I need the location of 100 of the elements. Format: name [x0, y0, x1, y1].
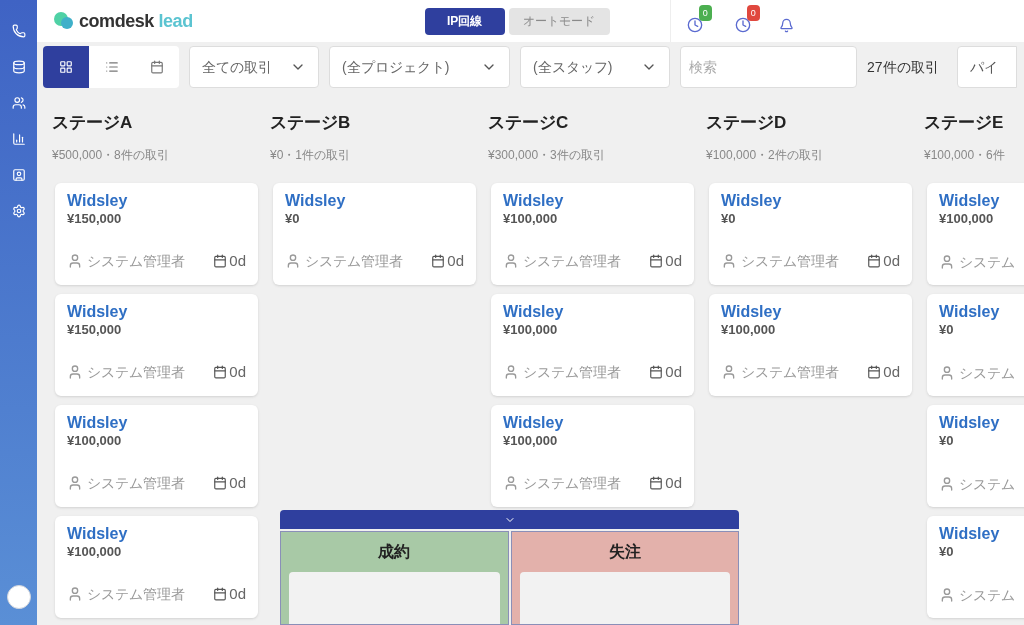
owner-name: システム — [959, 474, 1015, 494]
deal-name[interactable]: Widsley — [67, 301, 246, 322]
calendar-icon — [213, 476, 228, 491]
deal-card[interactable]: Widsley ¥0 システム管理者 0d — [273, 182, 476, 285]
board-icon — [59, 60, 73, 74]
days-count: 0d — [229, 473, 246, 493]
calendar-icon — [149, 60, 164, 74]
pipeline-dropdown[interactable]: パイ — [956, 46, 1017, 88]
person-icon — [285, 253, 301, 270]
deal-amount: ¥100,000 — [939, 210, 995, 227]
deal-card[interactable]: Widsley ¥100,000 システム管理者 0d — [491, 404, 694, 507]
owner-name: システム管理者 — [523, 473, 621, 493]
stage-title: ステージA — [51, 112, 134, 134]
calendar-icon — [213, 587, 228, 602]
clock-icon[interactable] — [734, 17, 751, 33]
deal-name[interactable]: Widsley — [67, 190, 246, 211]
deal-name[interactable]: Widsley — [503, 412, 682, 433]
calendar-icon — [867, 254, 882, 269]
deal-name[interactable]: Widsley — [67, 412, 246, 433]
deal-card[interactable]: Widsley ¥100,000 システム管理者 0d — [55, 404, 258, 507]
calendar-icon — [649, 254, 664, 269]
deal-amount: ¥100,000 — [721, 321, 777, 338]
filter-dropdown[interactable]: (全スタッフ) — [520, 46, 670, 88]
filter-dropdown[interactable]: 全ての取引 — [189, 46, 319, 88]
days-count: 0d — [883, 362, 900, 382]
settings-icon[interactable] — [11, 204, 26, 218]
owner-name: システム管理者 — [741, 362, 839, 382]
drop-zone[interactable]: 成約 — [280, 531, 509, 625]
deal-card[interactable]: Widsley ¥150,000 システム管理者 0d — [55, 293, 258, 396]
deal-name[interactable]: Widsley — [503, 301, 682, 322]
stage-summary: ¥500,000・8件の取引 — [51, 146, 170, 164]
avatar[interactable] — [6, 585, 31, 609]
drop-zone[interactable]: 失注 — [510, 531, 739, 625]
drop-zone-title: 失注 — [608, 542, 641, 562]
deal-amount: ¥100,000 — [503, 210, 559, 227]
stage-summary: ¥100,000・6件 — [923, 146, 1006, 164]
deal-count: 27件の取引 — [867, 57, 939, 77]
person-icon — [67, 253, 83, 270]
users-icon[interactable] — [11, 96, 26, 110]
deal-amount: ¥0 — [285, 210, 301, 227]
deal-card[interactable]: Widsley ¥0 システム — [927, 404, 1024, 507]
deal-name[interactable]: Widsley — [285, 190, 464, 211]
deal-card[interactable]: Widsley ¥0 システム — [927, 515, 1024, 618]
owner-name: システム管理者 — [741, 251, 839, 271]
owner-name: システム管理者 — [87, 362, 185, 382]
days-count: 0d — [229, 251, 246, 271]
drop-zone-title: 成約 — [378, 542, 411, 562]
phone-icon[interactable] — [11, 24, 26, 38]
deal-name[interactable]: Widsley — [939, 412, 1024, 433]
filter-dropdown[interactable]: (全プロジェクト) — [329, 46, 510, 88]
id-card-icon[interactable] — [11, 168, 26, 182]
deal-name[interactable]: Widsley — [721, 301, 900, 322]
deal-card[interactable]: Widsley ¥100,000 システム管理者 0d — [55, 515, 258, 618]
deal-name[interactable]: Widsley — [939, 301, 1024, 322]
owner-name: システム管理者 — [87, 473, 185, 493]
mode-button[interactable]: IP回線 — [424, 7, 505, 35]
bar-chart-icon[interactable] — [11, 132, 26, 146]
clock-icon[interactable] — [686, 17, 703, 33]
person-icon — [939, 587, 955, 603]
deal-name[interactable]: Widsley — [67, 523, 246, 544]
deal-card[interactable]: Widsley ¥100,000 システム管理者 0d — [709, 293, 912, 396]
deal-name[interactable]: Widsley — [503, 190, 682, 211]
owner-name: システム — [959, 363, 1015, 383]
count-badge: 0 — [698, 5, 712, 21]
deal-amount: ¥100,000 — [67, 543, 123, 560]
deal-card[interactable]: Widsley ¥100,000 システム管理者 0d — [491, 293, 694, 396]
deal-card[interactable]: Widsley ¥100,000 システム — [927, 182, 1024, 285]
count-badge: 0 — [746, 5, 760, 21]
deal-amount: ¥0 — [939, 543, 955, 560]
calendar-icon — [431, 254, 446, 269]
person-icon — [67, 475, 83, 492]
deal-name[interactable]: Widsley — [721, 190, 900, 211]
deal-name[interactable]: Widsley — [939, 523, 1024, 544]
database-icon[interactable] — [11, 60, 26, 74]
deal-card[interactable]: Widsley ¥100,000 システム管理者 0d — [491, 182, 694, 285]
days-count: 0d — [665, 362, 682, 382]
person-icon — [67, 586, 83, 603]
person-icon — [721, 364, 737, 381]
search-field[interactable]: 検索 — [680, 46, 857, 88]
owner-name: システム管理者 — [523, 251, 621, 271]
deal-card[interactable]: Widsley ¥0 システム — [927, 293, 1024, 396]
person-icon — [939, 254, 955, 270]
board-view-button[interactable] — [43, 46, 89, 88]
calendar-icon — [649, 476, 664, 491]
deal-name[interactable]: Widsley — [939, 190, 1024, 211]
calendar-icon — [213, 365, 228, 380]
deal-amount: ¥100,000 — [67, 432, 123, 449]
stage-title: ステージD — [705, 112, 788, 134]
owner-name: システム管理者 — [87, 251, 185, 271]
deal-amount: ¥0 — [939, 432, 955, 449]
deal-card[interactable]: Widsley ¥0 システム管理者 0d — [709, 182, 912, 285]
days-count: 0d — [447, 251, 464, 271]
deal-amount: ¥0 — [939, 321, 955, 338]
person-icon — [67, 364, 83, 381]
owner-name: システム — [959, 252, 1015, 272]
stage-summary: ¥0・1件の取引 — [269, 146, 352, 164]
deal-amount: ¥150,000 — [67, 321, 123, 338]
notification-bell-icon[interactable] — [778, 17, 794, 33]
owner-name: システム — [959, 585, 1015, 605]
deal-card[interactable]: Widsley ¥150,000 システム管理者 0d — [55, 182, 258, 285]
